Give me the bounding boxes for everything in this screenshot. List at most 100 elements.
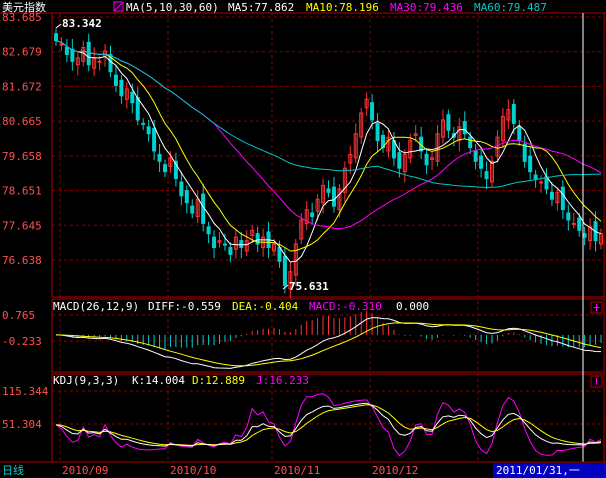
candle-body bbox=[397, 152, 402, 169]
ma60-value: MA60:79.487 bbox=[474, 1, 547, 14]
ma30-value: MA30:79.436 bbox=[390, 1, 463, 14]
candle-body bbox=[511, 103, 516, 124]
month-label: 2010/12 bbox=[372, 464, 418, 477]
macd-macd: MACD:-0.310 bbox=[309, 300, 382, 313]
candle-body bbox=[446, 114, 451, 131]
main-y-tick: 82.679 bbox=[2, 46, 42, 59]
candle-body bbox=[522, 143, 527, 162]
ma10-value: MA10:78.196 bbox=[306, 1, 379, 14]
kdj-j-line bbox=[55, 393, 602, 457]
kdj-lines bbox=[55, 393, 602, 457]
candle-body bbox=[533, 174, 538, 180]
candle-body bbox=[331, 186, 336, 207]
candle-body bbox=[539, 181, 544, 184]
low-label: 75.631 bbox=[289, 280, 329, 293]
candle-body bbox=[326, 188, 331, 193]
main-y-tick: 77.645 bbox=[2, 219, 42, 232]
candle-body bbox=[571, 222, 576, 225]
period-tab[interactable]: 日线 bbox=[0, 463, 52, 478]
candle-body bbox=[86, 41, 91, 66]
main-y-tick: 78.651 bbox=[2, 185, 42, 198]
macd-histogram bbox=[60, 310, 602, 349]
candle-body bbox=[97, 60, 102, 63]
grid-lines bbox=[52, 13, 604, 462]
candle-body bbox=[146, 126, 151, 135]
candle-body bbox=[577, 217, 582, 231]
candle-body bbox=[560, 186, 565, 211]
candle-body bbox=[484, 171, 489, 180]
macd-y-tick: -0.233 bbox=[2, 335, 42, 348]
candle-body bbox=[468, 136, 473, 149]
moving-averages bbox=[55, 40, 602, 263]
high-annotation: 83.342 bbox=[55, 17, 102, 30]
main-y-tick: 79.658 bbox=[2, 150, 42, 163]
kdj-d: D:12.889 bbox=[192, 374, 245, 387]
candle-body bbox=[277, 247, 282, 262]
candle-body bbox=[157, 153, 162, 162]
main-y-tick: 76.638 bbox=[2, 254, 42, 267]
kdj-k: K:14.004 bbox=[132, 374, 185, 387]
month-label: 2010/10 bbox=[170, 464, 216, 477]
candle-body bbox=[206, 226, 211, 235]
candle-body bbox=[141, 122, 146, 125]
macd-y-tick: 0.765 bbox=[2, 309, 35, 322]
panel-frame-0 bbox=[51, 12, 605, 298]
period-label: 日线 bbox=[2, 463, 24, 477]
macd-label: MACD(26,12,9) bbox=[53, 300, 139, 313]
candle-body bbox=[473, 150, 478, 162]
kdj-y-tick: 115.344 bbox=[2, 385, 49, 398]
kdj-d-line bbox=[55, 404, 602, 446]
candle-body bbox=[582, 233, 587, 238]
candle-body bbox=[64, 47, 69, 55]
macd-dea: DEA:-0.404 bbox=[232, 300, 299, 313]
main-y-tick: 81.672 bbox=[2, 80, 42, 93]
candle-body bbox=[228, 247, 233, 255]
candle-body bbox=[119, 79, 124, 97]
candle-body bbox=[135, 97, 140, 121]
candle-body bbox=[179, 181, 184, 197]
candle-body bbox=[163, 164, 167, 173]
candle-body bbox=[528, 155, 533, 173]
candle-body bbox=[370, 102, 375, 121]
high-label: 83.342 bbox=[62, 17, 102, 30]
candle-body bbox=[113, 74, 118, 86]
main-y-axis: 83.685 82.679 81.672 80.665 79.658 78.651 77.6… bbox=[2, 11, 42, 267]
candle-body bbox=[462, 121, 467, 135]
ma10-line bbox=[55, 40, 602, 252]
indicator-settings-icon[interactable] bbox=[113, 1, 124, 12]
candle-body bbox=[222, 243, 227, 246]
candle-body bbox=[70, 48, 75, 62]
cursor-date-box: 2011/01/31,一 bbox=[493, 463, 606, 478]
candle-body bbox=[424, 153, 429, 166]
candle-body bbox=[479, 155, 484, 169]
candle-body bbox=[282, 255, 287, 286]
candle-body bbox=[239, 240, 244, 249]
candle-body bbox=[130, 91, 135, 104]
candle-body bbox=[549, 191, 554, 200]
ma-label: MA(5,10,30,60) bbox=[126, 1, 219, 14]
candle-body bbox=[59, 43, 64, 46]
kdj-scroll-button[interactable] bbox=[590, 375, 603, 388]
candle-body bbox=[517, 126, 522, 142]
month-label: 2010/11 bbox=[274, 464, 320, 477]
main-y-tick: 80.665 bbox=[2, 115, 42, 128]
candle-body bbox=[375, 122, 380, 142]
macd-scroll-button[interactable] bbox=[590, 301, 603, 314]
kdj-y-tick: 51.304 bbox=[2, 418, 42, 431]
candle-body bbox=[184, 190, 189, 204]
kdj-y-axis: 115.344 51.304 bbox=[2, 385, 49, 431]
main-y-tick: 83.685 bbox=[2, 11, 42, 24]
kdj-label: KDJ(9,3,3) bbox=[53, 374, 119, 387]
stock-chart-canvas[interactable]: 美元指数 MA(5,10,30,60) MA5:77.862 MA10:78.1… bbox=[0, 0, 606, 478]
candle-body bbox=[190, 205, 195, 214]
month-label: 2010/09 bbox=[62, 464, 108, 477]
macd-diff: DIFF:-0.559 bbox=[148, 300, 221, 313]
kdj-j: J:16.233 bbox=[256, 374, 309, 387]
candle-body bbox=[310, 212, 315, 217]
ma5-value: MA5:77.862 bbox=[228, 1, 294, 14]
low-annotation: 75.631 bbox=[282, 280, 329, 293]
candle-body bbox=[212, 236, 217, 249]
candle-body bbox=[566, 212, 571, 221]
cursor-date: 2011/01/31,一 bbox=[496, 464, 580, 477]
macd-y-axis: 0.765 -0.233 bbox=[2, 309, 42, 348]
